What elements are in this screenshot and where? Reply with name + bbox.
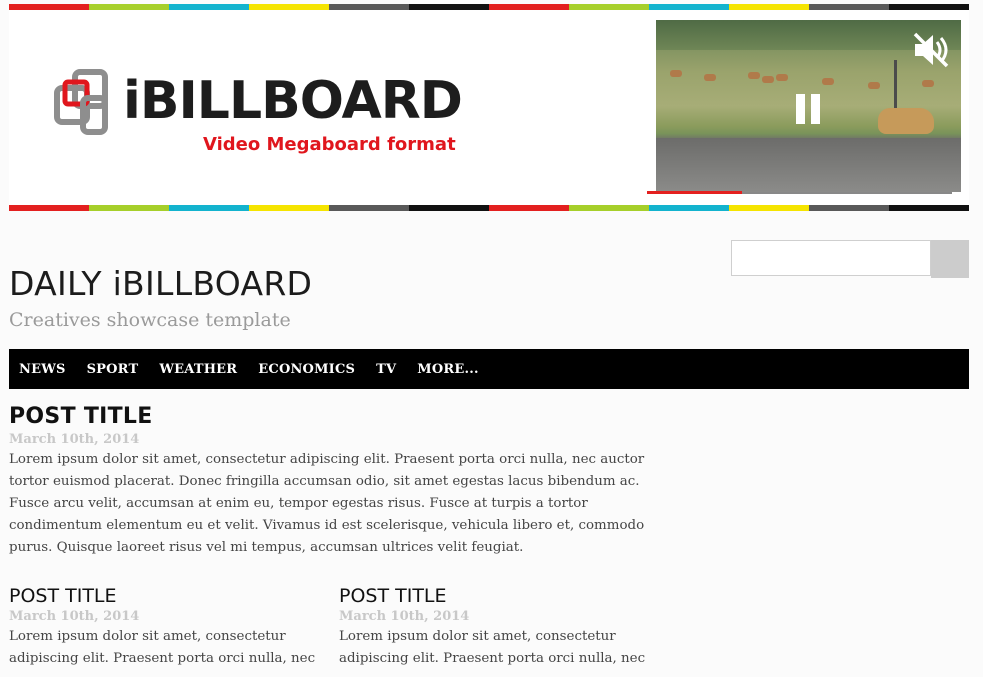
stripe-segment <box>409 205 489 211</box>
stripe-segment <box>89 4 169 10</box>
stripe-segment <box>169 205 249 211</box>
post-secondary: POST TITLE March 10th, 2014 Lorem ipsum … <box>339 584 654 670</box>
stripe-segment <box>329 4 409 10</box>
stripe-segment <box>649 4 729 10</box>
stripe-segment <box>249 205 329 211</box>
post-title[interactable]: POST TITLE <box>9 584 324 608</box>
nav-item-weather[interactable]: WEATHER <box>159 362 237 377</box>
speaker-muted-icon[interactable] <box>909 28 953 72</box>
nav-item-economics[interactable]: ECONOMICS <box>258 362 355 377</box>
nav-item-sport[interactable]: SPORT <box>87 362 139 377</box>
video-player[interactable] <box>656 20 961 192</box>
banner-top-stripe <box>9 4 969 10</box>
stripe-segment <box>89 205 169 211</box>
stripe-segment <box>809 4 889 10</box>
stripe-segment <box>729 205 809 211</box>
post-title[interactable]: POST TITLE <box>9 404 674 430</box>
post-secondary: POST TITLE March 10th, 2014 Lorem ipsum … <box>9 584 324 670</box>
video-scene-cow <box>922 80 934 87</box>
stripe-segment <box>489 4 569 10</box>
search-button[interactable] <box>931 240 969 278</box>
video-progress-bar[interactable] <box>647 191 952 194</box>
stripe-segment <box>409 4 489 10</box>
video-scene-cow <box>704 74 716 81</box>
video-scene-dog <box>878 108 934 134</box>
video-scene-cow <box>670 70 682 77</box>
main-navigation: NEWS SPORT WEATHER ECONOMICS TV MORE... <box>9 349 969 389</box>
post-date: March 10th, 2014 <box>9 432 140 447</box>
stripe-segment <box>9 205 89 211</box>
logo-text: iBILLBOARD <box>123 71 463 131</box>
logo-subtitle: Video Megaboard format <box>203 134 456 155</box>
post-title[interactable]: POST TITLE <box>339 584 654 608</box>
site-subtitle: Creatives showcase template <box>9 309 291 331</box>
post-date: March 10th, 2014 <box>9 609 140 624</box>
video-scene-cow <box>776 74 788 81</box>
post-body: Lorem ipsum dolor sit amet, consectetur … <box>339 629 646 666</box>
video-scene-cow <box>748 72 760 79</box>
ad-banner[interactable]: iBILLBOARD Video Megaboard format <box>9 4 969 211</box>
stripe-segment <box>169 4 249 10</box>
stripe-segment <box>249 4 329 10</box>
stripe-segment <box>329 205 409 211</box>
pause-icon[interactable] <box>794 94 824 128</box>
video-progress-fill <box>647 191 742 194</box>
nav-item-news[interactable]: NEWS <box>19 362 66 377</box>
stripe-segment <box>889 205 969 211</box>
stripe-segment <box>649 205 729 211</box>
stripe-segment <box>729 4 809 10</box>
logo-mark-icon <box>54 69 108 135</box>
post-body: Lorem ipsum dolor sit amet, consectetur … <box>9 452 645 555</box>
banner-bottom-stripe <box>9 205 969 211</box>
post-date: March 10th, 2014 <box>339 609 470 624</box>
stripe-segment <box>569 205 649 211</box>
post-main: POST TITLE March 10th, 2014 Lorem ipsum … <box>9 404 674 559</box>
stripe-segment <box>889 4 969 10</box>
nav-item-more[interactable]: MORE... <box>417 362 478 377</box>
stripe-segment <box>809 205 889 211</box>
stripe-segment <box>569 4 649 10</box>
video-scene-cow <box>822 78 834 85</box>
ibillboard-logo: iBILLBOARD Video Megaboard format <box>53 68 463 160</box>
video-scene-cow <box>868 82 880 89</box>
stripe-segment <box>9 4 89 10</box>
stripe-segment <box>489 205 569 211</box>
search-input[interactable] <box>731 240 931 276</box>
nav-item-tv[interactable]: TV <box>376 362 396 377</box>
video-scene-cow <box>762 76 774 83</box>
post-body: Lorem ipsum dolor sit amet, consectetur … <box>9 629 316 666</box>
video-scene-road <box>656 138 961 192</box>
site-title: DAILY iBILLBOARD <box>9 264 313 303</box>
